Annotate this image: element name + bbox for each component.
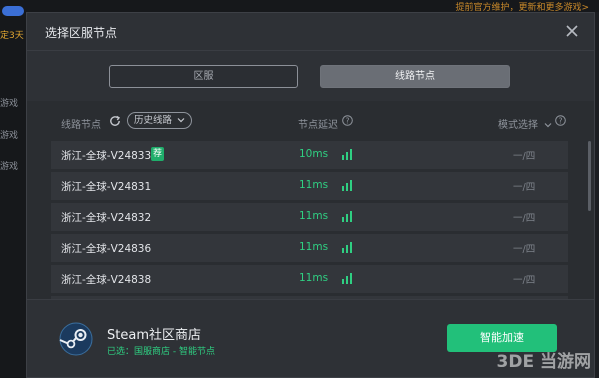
close-button[interactable]: [562, 21, 582, 41]
column-mode-select[interactable]: 模式选择: [498, 116, 552, 131]
node-mode: 一/四: [513, 213, 536, 224]
node-row[interactable]: 浙江-全球-V24836 11ms 一/四: [51, 234, 568, 262]
steam-logo-icon: [59, 322, 93, 356]
node-mode: 一/四: [513, 182, 536, 193]
node-latency: 11ms: [299, 210, 329, 222]
background-topbar: 提前官方维护，更新和更多游戏>: [26, 0, 599, 13]
list-scrollbar[interactable]: [588, 141, 591, 211]
tab-region[interactable]: 区服: [109, 65, 298, 88]
node-list: 线路节点 历史线路 节点延迟 ? 模式选择 ? 浙江-全球-V24833 荐 1…: [27, 101, 594, 299]
svg-text:?: ?: [346, 116, 350, 125]
node-row[interactable]: 浙江-全球-V24832 11ms 一/四: [51, 203, 568, 231]
list-header: 线路节点 历史线路 节点延迟 ? 模式选择 ?: [27, 101, 594, 141]
column-latency-label: 节点延迟: [298, 120, 338, 131]
dialog-title: 选择区服节点: [45, 26, 118, 40]
background-sidebar: 定3天 游戏 游戏 游戏: [0, 0, 26, 378]
node-name: 浙江-全球-V24833: [61, 150, 152, 162]
close-icon: [566, 25, 578, 37]
chevron-down-icon: [544, 123, 552, 128]
dialog-header: 选择区服节点: [27, 13, 594, 51]
node-row[interactable]: 浙江-全球-V24838 11ms 一/四: [51, 265, 568, 293]
signal-icon: [342, 273, 352, 284]
background-side-item: 游戏: [0, 131, 19, 141]
background-warning: 定3天: [0, 31, 24, 41]
node-mode: 一/四: [513, 151, 536, 162]
background-side-item: 游戏: [0, 162, 19, 172]
node-name: 浙江-全球-V24836: [61, 243, 152, 255]
help-icon[interactable]: ?: [555, 115, 566, 126]
chevron-down-icon: [177, 118, 185, 123]
watermark: 3DE 当游网: [496, 352, 591, 372]
background-side-item: 游戏: [0, 99, 19, 109]
signal-icon: [342, 242, 352, 253]
selected-node-info: 已选：国服商店 - 智能节点: [107, 347, 215, 357]
column-node-label: 线路节点: [61, 120, 101, 131]
node-name: 浙江-全球-V24832: [61, 212, 152, 224]
help-icon[interactable]: ?: [342, 115, 353, 126]
node-mode: 一/四: [513, 244, 536, 255]
refresh-icon[interactable]: [108, 114, 122, 128]
signal-icon: [342, 180, 352, 191]
node-mode: 一/四: [513, 275, 536, 286]
signal-icon: [342, 149, 352, 160]
signal-icon: [342, 211, 352, 222]
node-row[interactable]: 浙江-全球-V24831 11ms 一/四: [51, 172, 568, 200]
history-lines-dropdown[interactable]: 历史线路: [127, 112, 193, 129]
recommended-badge: 荐: [151, 147, 165, 161]
game-name: Steam社区商店: [107, 328, 201, 343]
node-select-dialog: 选择区服节点 区服 线路节点 线路节点 历史线路 节点延迟 ? 模式选择 ? 浙…: [26, 12, 595, 378]
node-name: 浙江-全球-V24831: [61, 181, 152, 193]
column-mode-label: 模式选择: [498, 120, 538, 131]
node-latency: 10ms: [299, 148, 329, 160]
node-latency: 11ms: [299, 179, 329, 191]
background-badge: [2, 6, 24, 16]
tab-line-node[interactable]: 线路节点: [320, 65, 510, 88]
svg-text:?: ?: [559, 116, 563, 125]
history-lines-label: 历史线路: [134, 115, 173, 126]
node-name: 浙江-全球-V24838: [61, 274, 152, 286]
node-latency: 11ms: [299, 241, 329, 253]
node-latency: 11ms: [299, 272, 329, 284]
node-rows: 浙江-全球-V24833 荐 10ms 一/四 浙江-全球-V24831 11m…: [27, 141, 594, 299]
node-row[interactable]: 浙江-全球-V24833 荐 10ms 一/四: [51, 141, 568, 169]
